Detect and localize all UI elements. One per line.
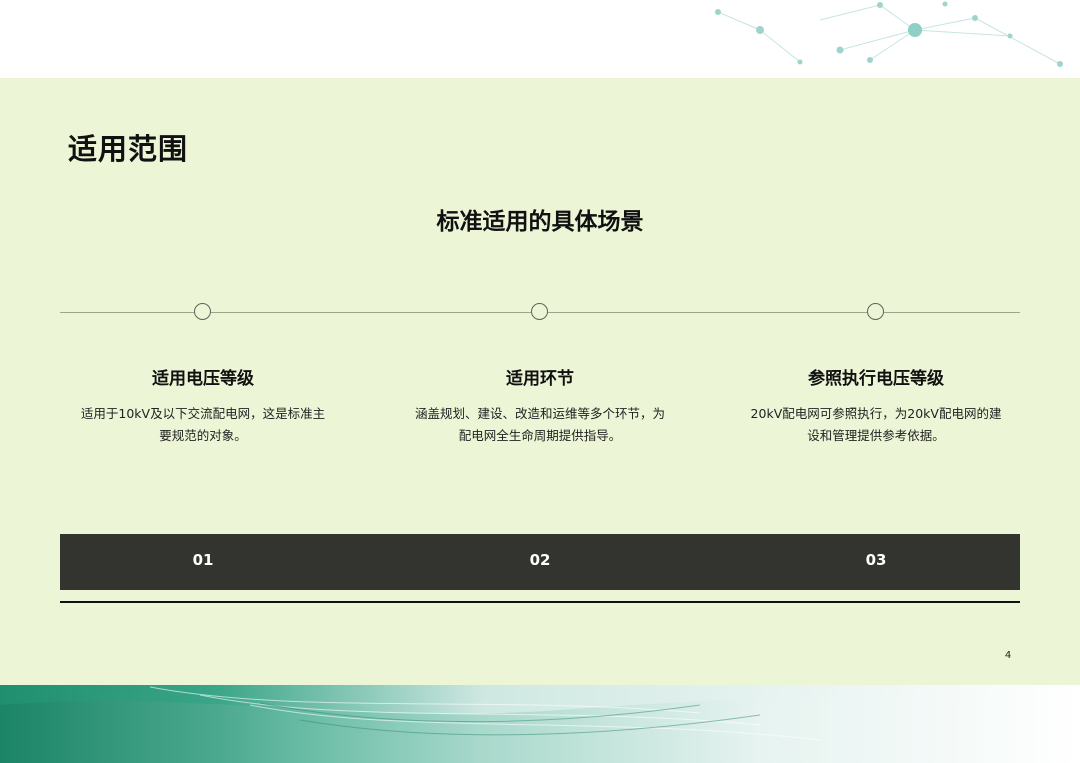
scope-item-desc-line1: 适用于10kV及以下交流配电网，这是标准主 [80,406,326,421]
scope-item-desc-line2: 配电网全生命周期提供指导。 [458,428,622,443]
scope-item-desc-line2: 设和管理提供参考依据。 [807,428,945,443]
item-number-1: 01 [192,551,214,569]
wave-decoration [0,685,1080,763]
scope-item-title: 适用环节 [506,369,574,389]
scope-item-title: 参照执行电压等级 [808,369,944,389]
divider-line [60,601,1020,603]
scope-item-3: 参照执行电压等级 20kV配电网可参照执行，为20kV配电网的建 设和管理提供参… [731,364,1021,447]
scope-item-2: 适用环节 涵盖规划、建设、改造和运维等多个环节，为 配电网全生命周期提供指导。 [395,364,685,447]
scope-item-desc-line2: 要规范的对象。 [159,428,247,443]
scope-item-desc-line1: 20kV配电网可参照执行，为20kV配电网的建 [750,406,1002,421]
page-title: 适用范围 [68,132,189,166]
section-subtitle: 标准适用的具体场景 [436,209,644,235]
item-number-2: 02 [529,551,551,569]
scope-item-title: 适用电压等级 [152,369,254,389]
timeline-node-3 [867,303,884,320]
timeline-node-1 [194,303,211,320]
network-decoration [0,0,1080,78]
item-number-3: 03 [865,551,887,569]
timeline-node-2 [531,303,548,320]
page-number: 4 [1004,650,1012,661]
scope-item-desc-line1: 涵盖规划、建设、改造和运维等多个环节，为 [414,406,665,421]
scope-item-1: 适用电压等级 适用于10kV及以下交流配电网，这是标准主 要规范的对象。 [58,364,348,447]
